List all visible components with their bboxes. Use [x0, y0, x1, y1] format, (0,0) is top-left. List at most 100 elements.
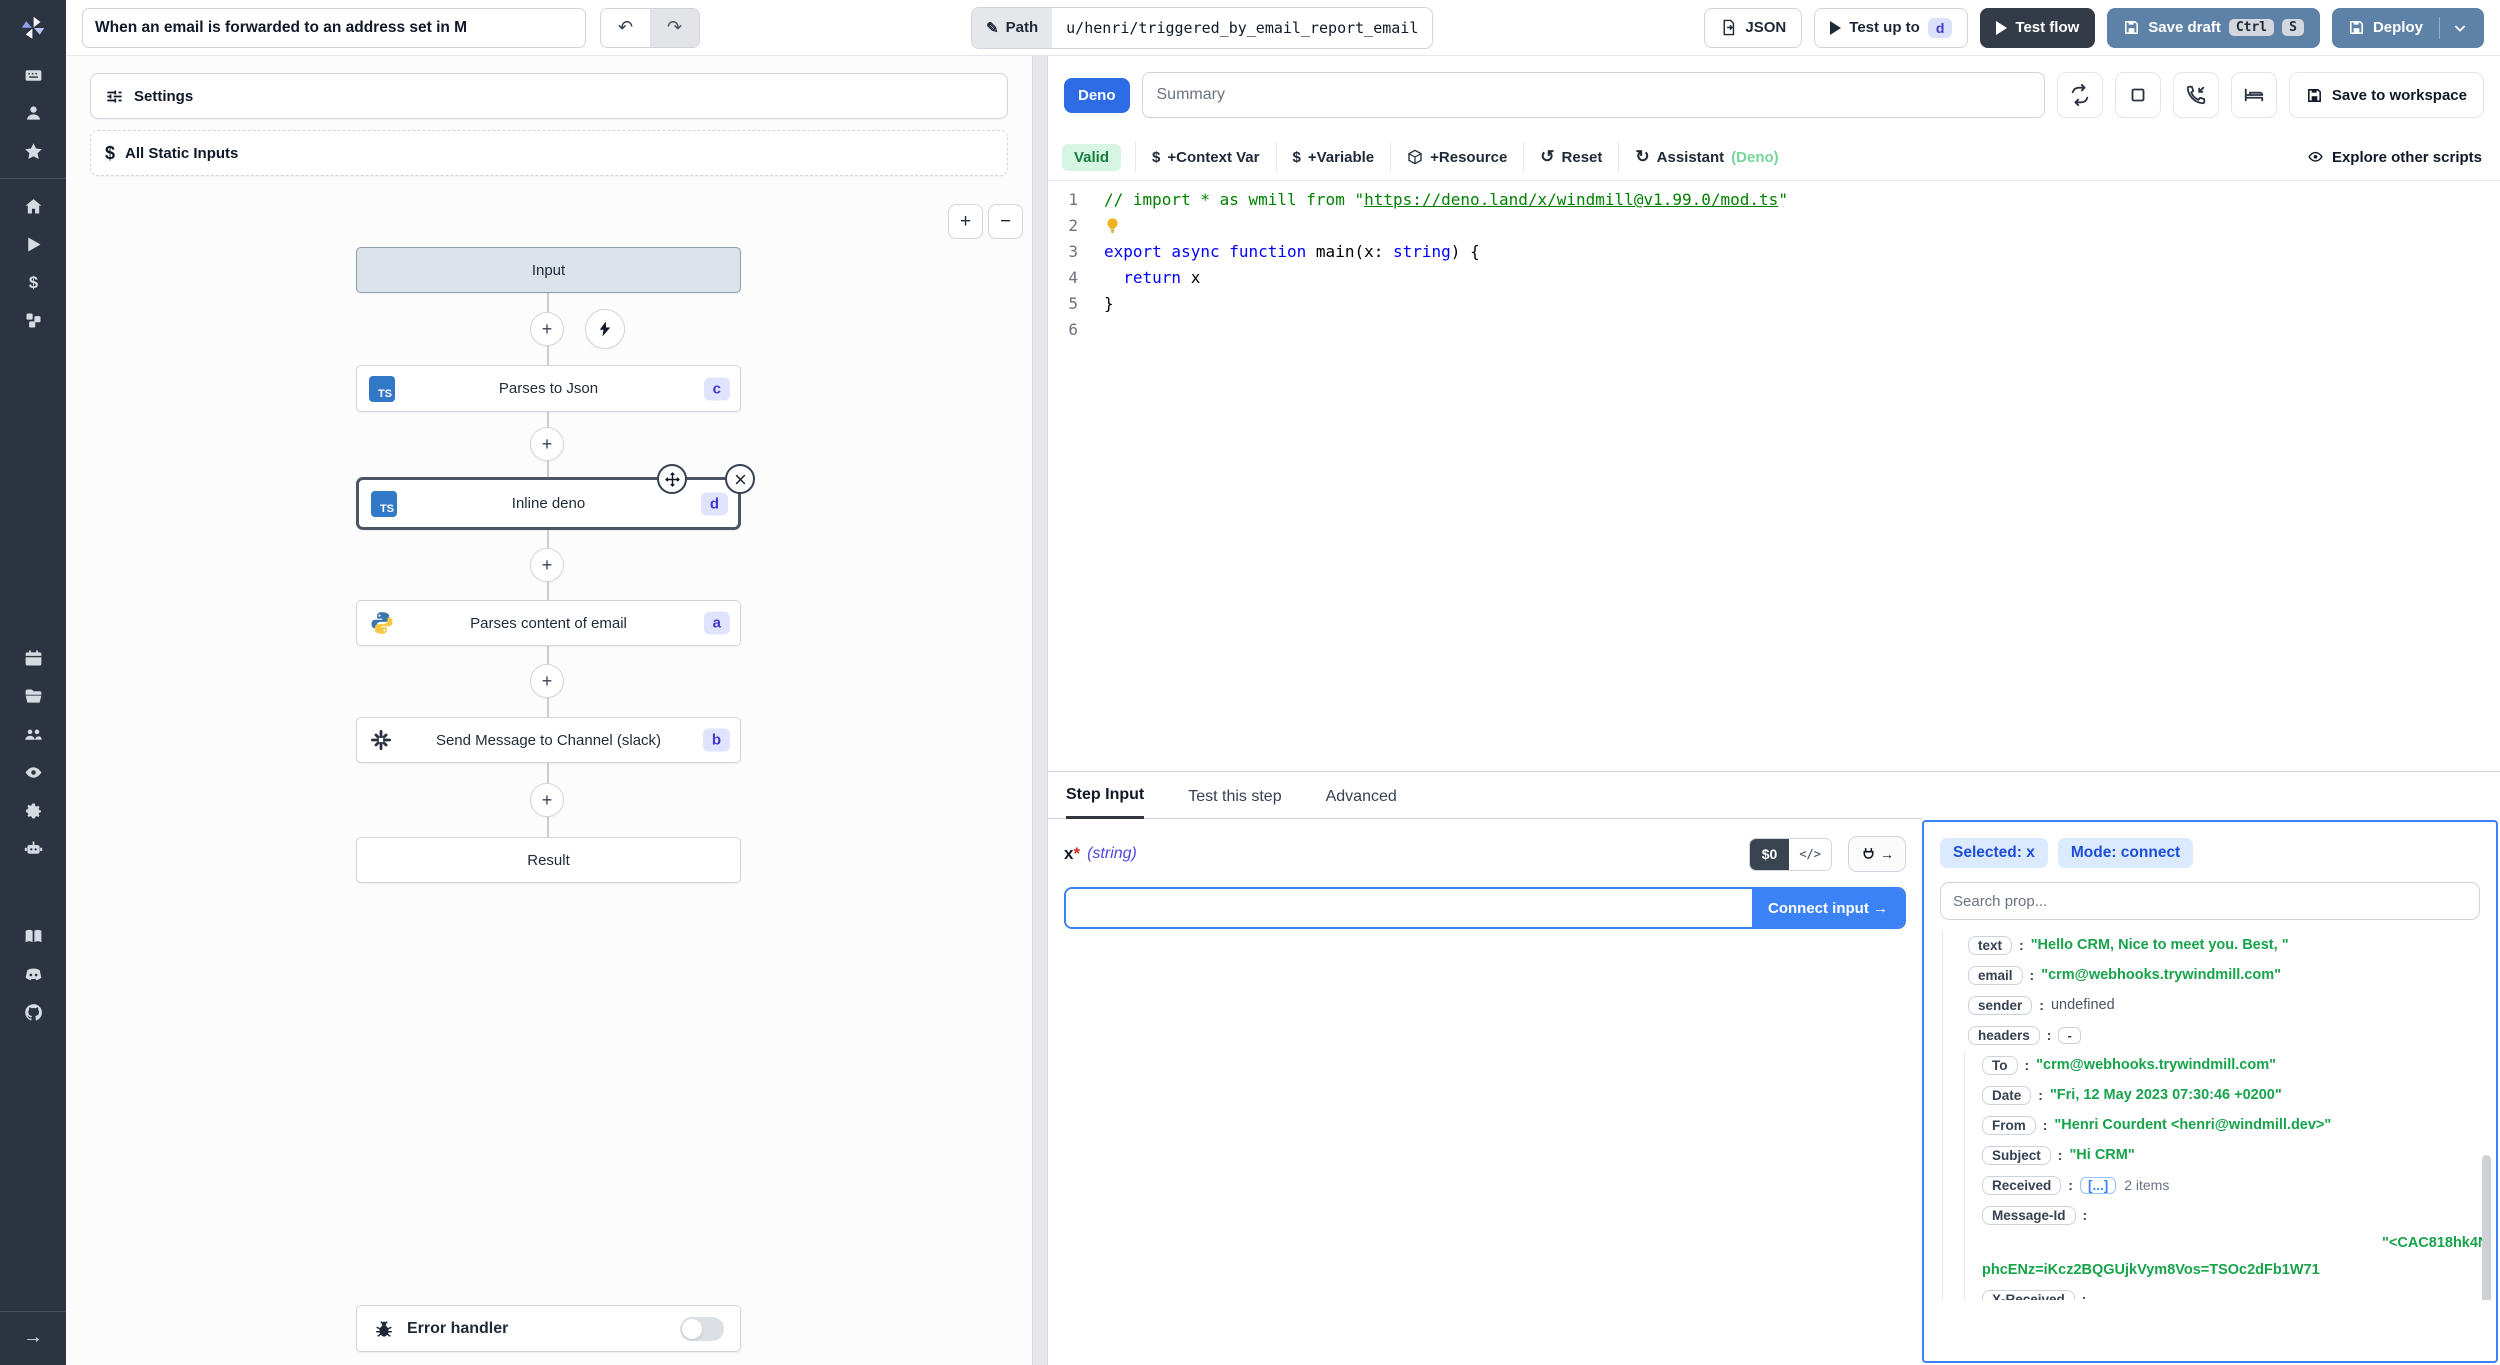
audit-logs-icon[interactable]	[0, 753, 66, 791]
panel-divider[interactable]	[1032, 56, 1048, 1365]
prop-key[interactable]: sender	[1968, 995, 2033, 1015]
step-input-value[interactable]	[1066, 889, 1752, 927]
add-resource-button[interactable]: +Resource	[1390, 142, 1523, 172]
code-mode-button[interactable]: </>	[1789, 838, 1831, 870]
variables-icon[interactable]: $	[0, 263, 66, 301]
node-input[interactable]: Input	[356, 247, 741, 293]
schedules-icon[interactable]	[0, 639, 66, 677]
expand-arrow-icon[interactable]: →	[0, 1326, 66, 1349]
settings-button[interactable]: Settings	[90, 73, 1008, 119]
chevron-down-icon[interactable]	[2452, 20, 2468, 36]
flow-title-input[interactable]	[82, 7, 586, 48]
scrollbar-thumb[interactable]	[2482, 1155, 2491, 1300]
save-to-workspace-button[interactable]: Save to workspace	[2288, 72, 2484, 118]
lightbulb-icon[interactable]	[1104, 217, 1121, 234]
error-handler-toggle[interactable]	[680, 1316, 724, 1341]
prop-row[interactable]: text: "Hello CRM, Nice to meet you. Best…	[1924, 930, 2496, 960]
code-editor[interactable]: 1 // import * as wmill from "https://den…	[1048, 181, 2500, 771]
explore-other-scripts-button[interactable]: Explore other scripts	[2307, 149, 2482, 166]
add-variable-button[interactable]: $ +Variable	[1275, 142, 1391, 172]
undo-button[interactable]: ↶	[601, 8, 650, 47]
prop-row[interactable]: To: "crm@webhooks.trywindmill.com"	[1924, 1050, 2496, 1080]
prop-row[interactable]: Subject: "Hi CRM"	[1924, 1140, 2496, 1170]
all-static-inputs-button[interactable]: $ All Static Inputs	[90, 130, 1008, 176]
path-value[interactable]: u/henri/triggered_by_email_report_email	[1052, 19, 1432, 37]
prop-key[interactable]: To	[1982, 1055, 2018, 1075]
prop-key[interactable]: Message-Id	[1982, 1205, 2076, 1225]
retry-button[interactable]	[2056, 72, 2103, 118]
early-stop-button[interactable]	[2114, 72, 2161, 118]
zoom-out-button[interactable]: −	[988, 204, 1023, 239]
add-step-button[interactable]: +	[530, 548, 564, 582]
zoom-in-button[interactable]: +	[948, 204, 983, 239]
settings-icon[interactable]	[0, 791, 66, 829]
add-step-button[interactable]: +	[530, 427, 564, 461]
prop-row[interactable]: email: "crm@webhooks.trywindmill.com"	[1924, 960, 2496, 990]
prop-key[interactable]: email	[1968, 965, 2023, 985]
prop-row[interactable]: Date: "Fri, 12 May 2023 07:30:46 +0200"	[1924, 1080, 2496, 1110]
reset-button[interactable]: ↺ Reset	[1523, 142, 1618, 172]
tab-step-input[interactable]: Step Input	[1066, 786, 1145, 819]
prop-key[interactable]: headers	[1968, 1025, 2040, 1045]
prop-row[interactable]: X-Received:	[1924, 1284, 2496, 1300]
prop-row[interactable]: sender: undefined	[1924, 990, 2496, 1020]
expand-array-button[interactable]: [...]	[2079, 1176, 2117, 1194]
prop-key[interactable]: text	[1968, 935, 2013, 955]
add-step-button[interactable]: +	[530, 312, 564, 346]
add-step-button[interactable]: +	[530, 664, 564, 698]
json-button[interactable]: JSON	[1704, 7, 1803, 48]
collapse-button[interactable]: -	[2058, 1026, 2081, 1044]
user-icon[interactable]	[0, 94, 66, 132]
template-mode-button[interactable]: $0	[1749, 838, 1790, 870]
connect-input-button[interactable]: Connect input →	[1752, 889, 1904, 927]
prop-value-wrapped[interactable]: "<CAC818hk4NphcENz=iKcz2BQGUjkVym8Vos=TS…	[1924, 1230, 2496, 1284]
add-step-button[interactable]: +	[530, 783, 564, 817]
prop-key[interactable]: X-Received	[1982, 1289, 2075, 1300]
docs-icon[interactable]	[0, 917, 66, 955]
deploy-button[interactable]: Deploy	[2331, 7, 2484, 48]
prop-key[interactable]: Date	[1982, 1085, 2032, 1105]
sleep-button[interactable]	[2230, 72, 2277, 118]
prop-key[interactable]: From	[1982, 1115, 2036, 1135]
redo-button[interactable]: ↷	[650, 8, 699, 47]
sidebar-expand[interactable]: →	[0, 1311, 66, 1365]
workers-icon[interactable]	[0, 829, 66, 867]
summary-input[interactable]	[1141, 72, 2045, 118]
test-flow-button[interactable]: Test flow	[1980, 7, 2096, 48]
code-link[interactable]: https://deno.land/x/windmill@v1.99.0/mod…	[1364, 190, 1778, 209]
connect-plug-button[interactable]: →	[1848, 836, 1906, 872]
prop-row[interactable]: From: "Henri Courdent <henri@windmill.de…	[1924, 1110, 2496, 1140]
home-icon[interactable]	[0, 187, 66, 225]
move-step-button[interactable]	[657, 464, 687, 494]
node-result[interactable]: Result	[356, 837, 741, 883]
runs-icon[interactable]	[0, 225, 66, 263]
prop-key[interactable]: Subject	[1982, 1145, 2051, 1165]
trigger-bolt-button[interactable]	[585, 309, 625, 349]
prop-row[interactable]: headers: -	[1924, 1020, 2496, 1050]
tab-test-this-step[interactable]: Test this step	[1188, 788, 1281, 818]
prop-row[interactable]: Received: [...] 2 items	[1924, 1170, 2496, 1200]
discord-icon[interactable]	[0, 955, 66, 993]
language-badge[interactable]: Deno	[1064, 77, 1130, 113]
search-prop-input[interactable]	[1940, 882, 2480, 920]
resources-icon[interactable]	[0, 301, 66, 339]
windmill-logo-icon[interactable]	[0, 0, 66, 56]
path-field[interactable]: ✎ Path u/henri/triggered_by_email_report…	[971, 6, 1434, 49]
node-send-message-to-channel[interactable]: Send Message to Channel (slack) b	[356, 717, 741, 763]
assistant-button[interactable]: ↻ Assistant (Deno)	[1618, 142, 1794, 172]
favorites-icon[interactable]	[0, 132, 66, 170]
prop-row[interactable]: Message-Id:	[1924, 1200, 2496, 1230]
groups-icon[interactable]	[0, 715, 66, 753]
add-context-var-button[interactable]: $ +Context Var	[1135, 142, 1275, 172]
tab-advanced[interactable]: Advanced	[1326, 788, 1397, 818]
error-handler-row[interactable]: Error handler	[356, 1305, 741, 1352]
prop-key[interactable]: Received	[1982, 1175, 2062, 1195]
test-up-to-button[interactable]: Test up to d	[1814, 7, 1969, 48]
apps-icon[interactable]	[0, 56, 66, 94]
save-draft-button[interactable]: Save draft Ctrl S	[2107, 7, 2320, 48]
node-parses-content-of-email[interactable]: Parses content of email a	[356, 600, 741, 646]
node-parses-to-json[interactable]: TS Parses to Json c	[356, 365, 741, 412]
delete-step-button[interactable]	[725, 464, 755, 494]
suspend-approval-button[interactable]	[2172, 72, 2219, 118]
folders-icon[interactable]	[0, 677, 66, 715]
